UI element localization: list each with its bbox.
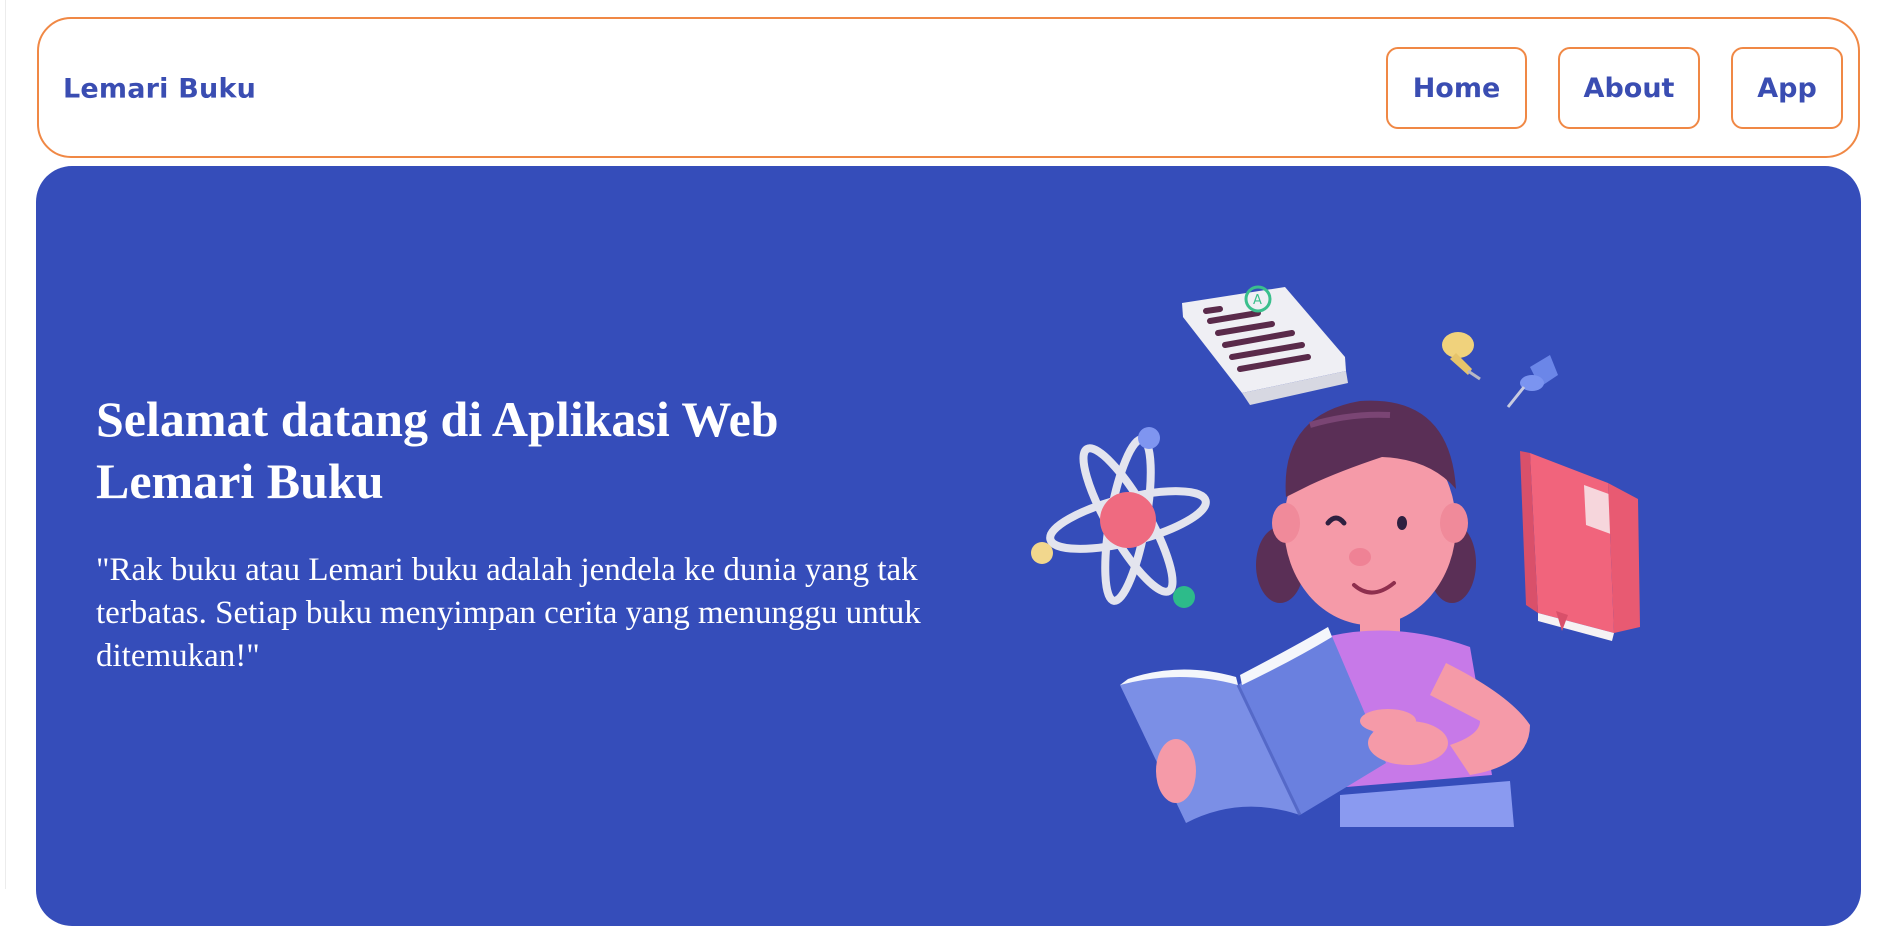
svg-text:A: A	[1253, 293, 1262, 308]
blue-pushpin-icon	[1506, 355, 1558, 408]
hero-title: Selamat datang di Aplikasi Web Lemari Bu…	[96, 391, 779, 509]
yellow-pushpin-icon	[1442, 332, 1481, 381]
hero-quote: "Rak buku atau Lemari buku adalah jendel…	[96, 552, 921, 674]
nav-app-button[interactable]: App	[1731, 47, 1843, 129]
nav-home-button[interactable]: Home	[1386, 47, 1527, 129]
girl-reading-book-illustration: A	[1031, 285, 1640, 827]
page-edge	[5, 0, 6, 889]
nav-about-button[interactable]: About	[1558, 47, 1700, 129]
document-icon: A	[1182, 285, 1348, 405]
red-book-icon	[1520, 451, 1640, 641]
brand-logo-text[interactable]: Lemari Buku	[63, 74, 256, 105]
